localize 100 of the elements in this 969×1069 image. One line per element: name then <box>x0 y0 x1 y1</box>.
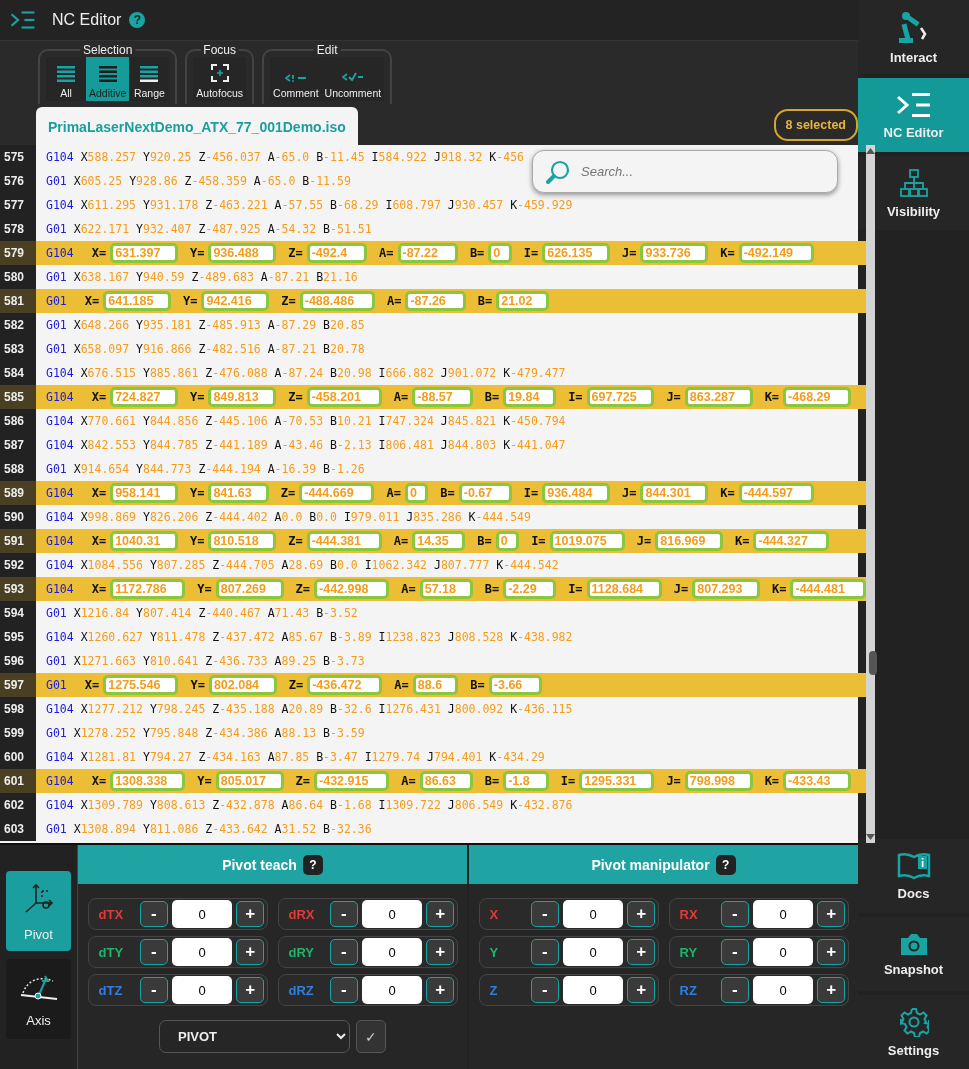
code-line[interactable]: G104 X1281.81 Y794.27 Z-434.163 A87.85 B-3.47 I1279.74 J794.401 K-434.29 <box>46 750 545 764</box>
help-button[interactable]: ? <box>715 854 736 875</box>
sidebar-item[interactable]: Snapshot <box>858 917 969 991</box>
line-number: 597 <box>0 673 36 697</box>
sidebar-item[interactable]: Interact <box>858 0 969 74</box>
increment-button[interactable]: + <box>236 939 265 965</box>
help-button[interactable]: ? <box>302 854 323 875</box>
code-line[interactable]: G01 X1278.252 Y795.848 Z-434.386 A88.13 B-3.59 <box>46 726 365 740</box>
code-line[interactable]: G104 X588.257 Y920.25 Z-456.037 A-65.0 B-11.45 I584.922 J918.32 K-456 <box>46 150 524 164</box>
decrement-button[interactable]: - <box>720 901 750 927</box>
code-line[interactable]: G01 X1271.663 Y810.641 Z-436.733 A89.25 B-3.73 <box>46 654 365 668</box>
code-line[interactable]: G104 X842.553 Y844.785 Z-441.189 A-43.46 B-2.13 I806.481 J844.803 K-441.047 <box>46 438 566 452</box>
sidebar-item[interactable]: Visibility <box>858 156 969 230</box>
value-field[interactable]: 0 <box>753 938 814 966</box>
increment-button[interactable]: + <box>426 939 455 965</box>
line-number: 591 <box>0 529 36 553</box>
decrement-button[interactable]: - <box>530 901 560 927</box>
param-label: Y= <box>189 534 205 548</box>
increment-button[interactable]: + <box>627 901 656 927</box>
mode-dropdown[interactable]: PIVOT <box>159 1020 350 1053</box>
confirm-button[interactable]: ✓ <box>356 1020 386 1053</box>
param-label: Z= <box>280 486 296 500</box>
increment-button[interactable]: + <box>426 977 455 1003</box>
code-line[interactable]: G104 X770.661 Y844.856 Z-445.106 A-70.53 B10.21 I747.324 J845.821 K-450.794 <box>46 414 566 428</box>
decrement-button[interactable]: - <box>530 939 560 965</box>
value-field[interactable]: 0 <box>172 900 233 928</box>
code-line[interactable]: G104 X1277.212 Y798.245 Z-435.188 A20.89 B-32.6 I1276.431 J800.092 K-436.115 <box>46 702 573 716</box>
increment-button[interactable]: + <box>627 977 656 1003</box>
value-field[interactable]: 0 <box>753 976 814 1004</box>
code-line[interactable]: G104 X611.295 Y931.178 Z-463.221 A-57.55 B-68.29 I608.797 J930.457 K-459.929 <box>46 198 573 212</box>
code-line[interactable]: G104 X676.515 Y885.861 Z-476.088 A-87.24 B20.98 I666.882 J901.072 K-479.477 <box>46 366 566 380</box>
sidebar-item[interactable]: Docs <box>858 839 969 913</box>
line-number: 585 <box>0 385 36 409</box>
code-line[interactable]: G104 X1309.789 Y808.613 Z-432.878 A86.64 B-1.68 I1309.722 J806.549 K-432.876 <box>46 798 573 812</box>
toolbar-button[interactable]: Additive <box>86 57 130 101</box>
decrement-button[interactable]: - <box>720 977 750 1003</box>
code-line[interactable]: G104 X998.869 Y826.206 Z-444.402 A0.0 B0.0 I979.011 J835.286 K-444.549 <box>46 510 531 524</box>
param-label: Z= <box>295 582 311 596</box>
increment-button[interactable]: + <box>817 901 846 927</box>
scroll-up-icon[interactable] <box>865 148 875 154</box>
value-field[interactable]: 0 <box>563 938 624 966</box>
search-field[interactable]: Search... <box>532 150 838 193</box>
value-field[interactable]: 0 <box>563 900 624 928</box>
value-field[interactable]: 0 <box>172 938 233 966</box>
value-field[interactable]: 0 <box>563 976 624 1004</box>
decrement-button[interactable]: - <box>139 939 169 965</box>
decrement-button[interactable]: - <box>139 977 169 1003</box>
decrement-button[interactable]: - <box>530 977 560 1003</box>
code-line[interactable]: G104 X1260.627 Y811.478 Z-437.472 A85.67 B-3.89 I1238.823 J808.528 K-438.982 <box>46 630 573 644</box>
param-label: B= <box>470 678 485 692</box>
code-line[interactable]: G01 X605.25 Y928.86 Z-458.359 A-65.0 B-11.59 <box>46 174 351 188</box>
toolbar-button[interactable]: Uncomment <box>321 57 385 101</box>
increment-button[interactable]: + <box>817 939 846 965</box>
code-line[interactable]: G01 X622.171 Y932.407 Z-487.925 A-54.32 B-51.51 <box>46 222 372 236</box>
decrement-button[interactable]: - <box>720 939 750 965</box>
scrollbar[interactable] <box>865 145 875 843</box>
help-button[interactable]: ? <box>129 12 146 28</box>
decrement-button[interactable]: - <box>329 939 359 965</box>
code-line[interactable]: G01 X648.266 Y935.181 Z-485.913 A-87.29 B20.85 <box>46 318 365 332</box>
increment-button[interactable]: + <box>627 939 656 965</box>
increment-button[interactable]: + <box>426 901 455 927</box>
value-field[interactable]: 0 <box>362 938 423 966</box>
value-field[interactable]: 0 <box>753 900 814 928</box>
param-label: Y= <box>197 582 212 596</box>
param-label: X= <box>84 294 100 308</box>
line-number: 576 <box>0 169 36 193</box>
code-line[interactable]: G01 X1216.84 Y807.414 Z-440.467 A71.43 B-3.52 <box>46 606 358 620</box>
toolbar-button[interactable]: Comment <box>270 57 322 101</box>
param-label: Z= <box>288 246 303 260</box>
value-field[interactable]: 0 <box>172 976 233 1004</box>
camera-icon <box>898 931 929 956</box>
increment-button[interactable]: + <box>236 901 265 927</box>
toolbar-button[interactable]: Autofocus <box>193 57 247 101</box>
toolbar-button[interactable]: All <box>46 57 86 101</box>
toolbar-button[interactable]: Range <box>129 57 170 101</box>
side-tab[interactable]: Axis <box>6 959 71 1039</box>
sidebar-item[interactable]: Settings <box>858 995 969 1069</box>
axis-label: Y <box>489 944 500 960</box>
search-input[interactable]: Search... <box>579 163 813 180</box>
increment-button[interactable]: + <box>236 977 265 1003</box>
line-number: 595 <box>0 625 36 649</box>
decrement-button[interactable]: - <box>329 901 359 927</box>
code-line[interactable]: G01 X638.167 Y940.59 Z-489.683 A-87.21 B21.16 <box>46 270 358 284</box>
param-label: Y= <box>183 294 198 308</box>
value-field[interactable]: 0 <box>362 976 423 1004</box>
param-label: A= <box>393 534 409 548</box>
decrement-button[interactable]: - <box>139 901 169 927</box>
value-field[interactable]: 0 <box>362 900 423 928</box>
comment-icon <box>284 74 307 82</box>
decrement-button[interactable]: - <box>329 977 359 1003</box>
axis-label: X <box>489 906 500 922</box>
code-line[interactable]: G01 X914.654 Y844.773 Z-444.194 A-16.39 B-1.26 <box>46 462 365 476</box>
code-line[interactable]: G01 X1308.894 Y811.086 Z-433.642 A31.52 B-32.36 <box>46 822 372 836</box>
code-line[interactable]: G01 X658.097 Y916.866 Z-482.516 A-87.21 B20.78 <box>46 342 365 356</box>
code-line[interactable]: G104 X1084.556 Y807.285 Z-444.705 A28.69 B0.0 I1062.342 J807.777 K-444.542 <box>46 558 559 572</box>
increment-button[interactable]: + <box>817 977 846 1003</box>
command-text: G104 <box>46 774 74 788</box>
param-label: X= <box>91 534 107 548</box>
param-label: X= <box>91 774 107 788</box>
scrollbar-thumb[interactable] <box>868 651 877 675</box>
